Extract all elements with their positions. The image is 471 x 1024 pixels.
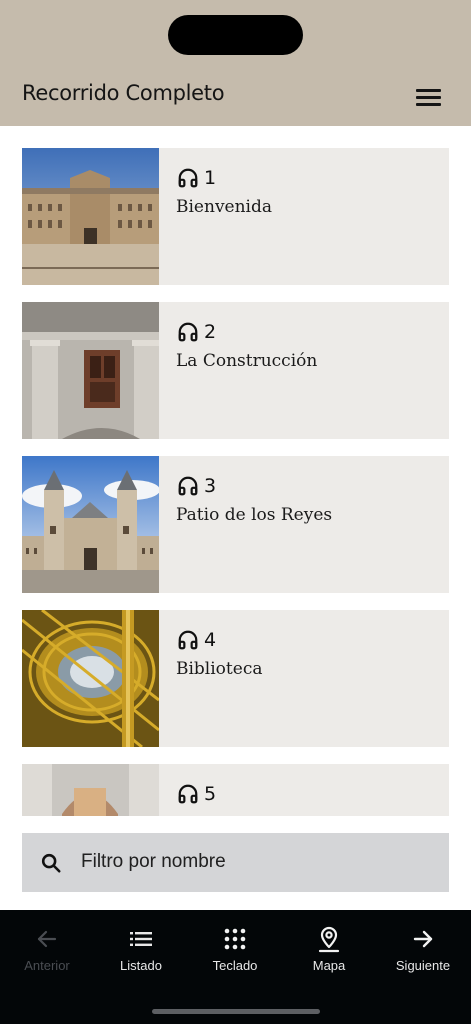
stop-thumbnail — [22, 148, 159, 285]
map-pin-icon — [318, 926, 340, 953]
siguiente-label: Siguiente — [395, 958, 451, 973]
siguiente-button[interactable]: Siguiente — [376, 924, 470, 980]
dynamic-island — [168, 15, 303, 55]
listado-button[interactable]: Listado — [94, 924, 188, 980]
stop-thumbnail — [22, 764, 159, 816]
stop-card-5[interactable]: 5 — [22, 764, 449, 816]
app-header: Recorrido Completo — [0, 0, 471, 126]
bottom-navigation: Anterior Listado Teclado Mapa Siguiente — [0, 910, 471, 1024]
stop-thumbnail — [22, 302, 159, 439]
stop-title: Bienvenida — [176, 197, 273, 217]
mapa-label: Mapa — [312, 958, 346, 973]
stop-number: 1 — [204, 167, 217, 189]
teclado-label: Teclado — [212, 958, 258, 973]
keypad-icon — [224, 928, 246, 950]
headphones-icon — [178, 322, 198, 342]
mapa-button[interactable]: Mapa — [282, 924, 376, 980]
list-icon — [130, 932, 152, 946]
stop-thumbnail — [22, 610, 159, 747]
page-title: Recorrido Completo — [22, 81, 225, 105]
name-filter-input[interactable]: Filtro por nombre — [22, 833, 449, 892]
stop-card-3[interactable]: 3 Patio de los Reyes — [22, 456, 449, 593]
stop-number: 4 — [204, 629, 217, 651]
anterior-label: Anterior — [24, 958, 70, 973]
stop-number: 3 — [204, 475, 217, 497]
teclado-button[interactable]: Teclado — [188, 924, 282, 980]
headphones-icon — [178, 630, 198, 650]
stop-card-1[interactable]: 1 Bienvenida — [22, 148, 449, 285]
arrow-right-icon — [413, 930, 433, 948]
home-indicator — [152, 1009, 320, 1014]
listado-label: Listado — [120, 958, 162, 973]
stop-title: Biblioteca — [176, 659, 263, 679]
stop-thumbnail — [22, 456, 159, 593]
stop-card-4[interactable]: 4 Biblioteca — [22, 610, 449, 747]
headphones-icon — [178, 784, 198, 804]
stop-title: Patio de los Reyes — [176, 505, 333, 525]
arrow-left-icon — [37, 930, 57, 948]
search-icon — [41, 853, 61, 873]
hamburger-menu-icon[interactable] — [412, 84, 444, 110]
stop-card-2[interactable]: 2 La Construcción — [22, 302, 449, 439]
headphones-icon — [178, 476, 198, 496]
stop-title: La Construcción — [176, 351, 318, 371]
anterior-button[interactable]: Anterior — [0, 924, 94, 980]
stop-number: 2 — [204, 321, 217, 343]
headphones-icon — [178, 168, 198, 188]
filter-placeholder: Filtro por nombre — [81, 851, 226, 872]
stop-number: 5 — [204, 783, 217, 805]
stops-list[interactable]: 1 Bienvenida 2 La Construcción 3 Patio d… — [0, 126, 471, 816]
